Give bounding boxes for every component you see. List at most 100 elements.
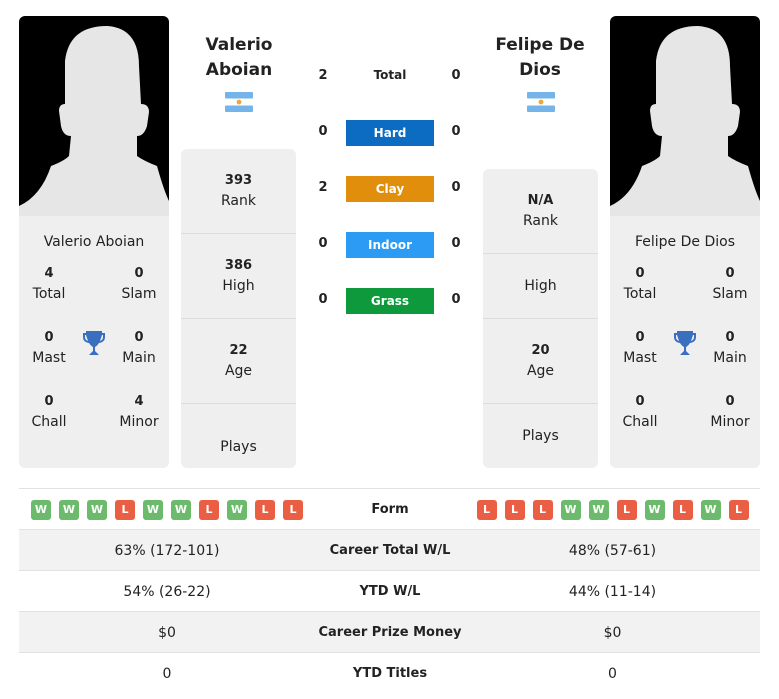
h2h-total-p1: 2 (318, 68, 328, 83)
ytd-wl-label: YTD W/L (359, 584, 421, 599)
player1-name-line2: Aboian (205, 60, 273, 80)
form-win-badge[interactable]: W (143, 499, 163, 520)
surface-indoor-badge[interactable]: Indoor (346, 232, 434, 258)
titles-main: 0 Main (700, 328, 760, 368)
player1-plays: Plays (181, 404, 296, 468)
form-win-badge[interactable]: W (700, 499, 721, 520)
form-win-badge[interactable]: W (171, 499, 191, 520)
form-loss-badge[interactable]: L (728, 499, 749, 520)
h2h-grass-p2: 0 (451, 292, 461, 307)
age-value: 22 (229, 343, 248, 358)
age-label: Age (224, 363, 253, 379)
titles-total-value: 4 (44, 266, 54, 281)
player1-rank: 393 Rank (181, 149, 296, 234)
form-loss-badge[interactable]: L (283, 499, 303, 520)
player2-card: Felipe De Dios 0 Total 0 Slam 0 Mast 0 M… (610, 16, 760, 468)
ytd-wl-row: 54% (26-22) YTD W/L 44% (11-14) (19, 571, 760, 612)
surface-grass-badge[interactable]: Grass (346, 288, 434, 314)
player1-photo[interactable] (19, 16, 169, 216)
player2-card-name[interactable]: Felipe De Dios (610, 234, 760, 250)
surface-hard-badge[interactable]: Hard (346, 120, 434, 146)
player2-form: LLLWWLWLWL (465, 489, 760, 530)
age-value: 20 (531, 343, 550, 358)
player-silhouette-icon (19, 26, 169, 216)
titles-chall-label: Chall (31, 414, 67, 430)
ytd-titles-row: 0 YTD Titles 0 (19, 653, 760, 694)
rank-label: Rank (221, 193, 256, 209)
form-loss-badge[interactable]: L (504, 499, 525, 520)
form-loss-badge[interactable]: L (115, 499, 135, 520)
player1-form: WWWLWWLWLL (19, 489, 315, 530)
titles-minor-value: 4 (134, 394, 144, 409)
h2h-hard-row: 0 Hard 0 (310, 120, 470, 146)
titles-slam-label: Slam (712, 286, 748, 302)
titles-slam: 0 Slam (109, 264, 169, 304)
ytd-titles-label: YTD Titles (352, 666, 428, 681)
high-label: High (524, 278, 557, 294)
player2-name-line1: Felipe De (495, 35, 585, 55)
player2-high: High (483, 254, 598, 319)
player1-name-heading[interactable]: Valerio Aboian (179, 33, 299, 83)
titles-total: 0 Total (610, 264, 670, 304)
h2h-hard-p2: 0 (451, 124, 461, 139)
h2h-clay-p2: 0 (451, 180, 461, 195)
titles-minor: 0 Minor (700, 392, 760, 432)
argentina-flag-icon (527, 92, 555, 112)
titles-main: 0 Main (109, 328, 169, 368)
form-win-badge[interactable]: W (31, 499, 51, 520)
rank-value: N/A (527, 193, 554, 208)
trophy-icon (674, 331, 696, 355)
titles-mast-label: Mast (32, 350, 66, 366)
titles-mast-label: Mast (623, 350, 657, 366)
surface-clay-badge[interactable]: Clay (346, 176, 434, 202)
form-win-badge[interactable]: W (588, 499, 609, 520)
player2-career-total-wl: 48% (57-61) (568, 542, 657, 559)
form-loss-badge[interactable]: L (672, 499, 693, 520)
form-loss-badge[interactable]: L (532, 499, 553, 520)
trophy-icon (83, 331, 105, 355)
player2-stats: N/A Rank High 20 Age Plays (483, 169, 598, 468)
player2-photo[interactable] (610, 16, 760, 216)
player1-high: 386 High (181, 234, 296, 319)
player2-career-prize-money: $0 (603, 624, 622, 641)
form-label: Form (371, 502, 409, 517)
form-loss-badge[interactable]: L (476, 499, 497, 520)
form-row: WWWLWWLWLL Form LLLWWLWLWL (19, 489, 760, 530)
form-win-badge[interactable]: W (560, 499, 581, 520)
player2-name-heading[interactable]: Felipe De Dios (480, 33, 600, 83)
titles-mast: 0 Mast (610, 328, 670, 368)
career-prize-money-label: Career Prize Money (318, 625, 462, 640)
player1-age: 22 Age (181, 319, 296, 404)
titles-total-label: Total (32, 286, 66, 302)
titles-chall-value: 0 (635, 394, 645, 409)
player1-stats: 393 Rank 386 High 22 Age Plays (181, 149, 296, 468)
player1-ytd-wl: 54% (26-22) (123, 583, 211, 600)
h2h-hard-p1: 0 (318, 124, 328, 139)
player1-name-line1: Valerio (205, 35, 273, 55)
high-value: 386 (224, 258, 253, 273)
form-win-badge[interactable]: W (59, 499, 79, 520)
high-label: High (222, 278, 255, 294)
form-loss-badge[interactable]: L (616, 499, 637, 520)
titles-main-label: Main (713, 350, 747, 366)
titles-main-label: Main (122, 350, 156, 366)
h2h-grass-p1: 0 (318, 292, 328, 307)
titles-main-value: 0 (134, 330, 144, 345)
player1-ytd-titles: 0 (162, 665, 172, 682)
h2h-clay-row: 2 Clay 0 (310, 176, 470, 202)
rank-label: Rank (523, 213, 558, 229)
h2h-grass-row: 0 Grass 0 (310, 288, 470, 314)
form-win-badge[interactable]: W (87, 499, 107, 520)
player2-name-line2: Dios (519, 60, 561, 80)
player1-card: Valerio Aboian 4 Total 0 Slam 0 Mast 0 M… (19, 16, 169, 468)
player-silhouette-icon (610, 26, 760, 216)
player1-card-name[interactable]: Valerio Aboian (19, 234, 169, 250)
titles-chall: 0 Chall (19, 392, 79, 432)
player1-career-prize-money: $0 (158, 624, 176, 641)
player2-plays: Plays (483, 404, 598, 468)
form-win-badge[interactable]: W (644, 499, 665, 520)
career-prize-money-row: $0 Career Prize Money $0 (19, 612, 760, 653)
form-loss-badge[interactable]: L (255, 499, 275, 520)
form-loss-badge[interactable]: L (199, 499, 219, 520)
form-win-badge[interactable]: W (227, 499, 247, 520)
